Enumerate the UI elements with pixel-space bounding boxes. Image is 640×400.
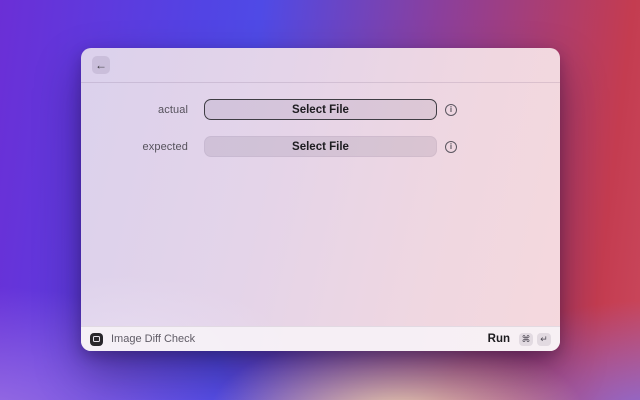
field-label-expected: expected <box>81 141 188 153</box>
window-header: ← <box>81 48 560 83</box>
info-icon-expected[interactable]: i <box>445 141 457 153</box>
command-key-icon: ⌘ <box>519 333 533 346</box>
image-icon <box>93 336 100 342</box>
select-file-button-expected[interactable]: Select File <box>204 136 437 157</box>
form-row-actual: actual Select File i <box>81 99 560 120</box>
back-arrow-icon: ← <box>95 59 107 71</box>
command-window: ← actual Select File i expected Select F… <box>81 48 560 351</box>
back-button[interactable]: ← <box>92 56 110 74</box>
field-label-actual: actual <box>81 104 188 116</box>
command-title: Image Diff Check <box>111 333 195 345</box>
return-key-icon: ↵ <box>537 333 551 346</box>
image-diff-check-app-icon <box>90 333 103 346</box>
form-content: actual Select File i expected Select Fil… <box>81 83 560 157</box>
info-icon-actual[interactable]: i <box>445 104 457 116</box>
desktop-background: { "colors": { "bg_purple": "#6b2fd6", "b… <box>0 0 640 400</box>
run-button[interactable]: Run ⌘ ↵ <box>488 333 551 346</box>
run-label: Run <box>488 333 510 345</box>
select-file-button-actual[interactable]: Select File <box>204 99 437 120</box>
form-row-expected: expected Select File i <box>81 136 560 157</box>
window-footer: Image Diff Check Run ⌘ ↵ <box>81 326 560 351</box>
